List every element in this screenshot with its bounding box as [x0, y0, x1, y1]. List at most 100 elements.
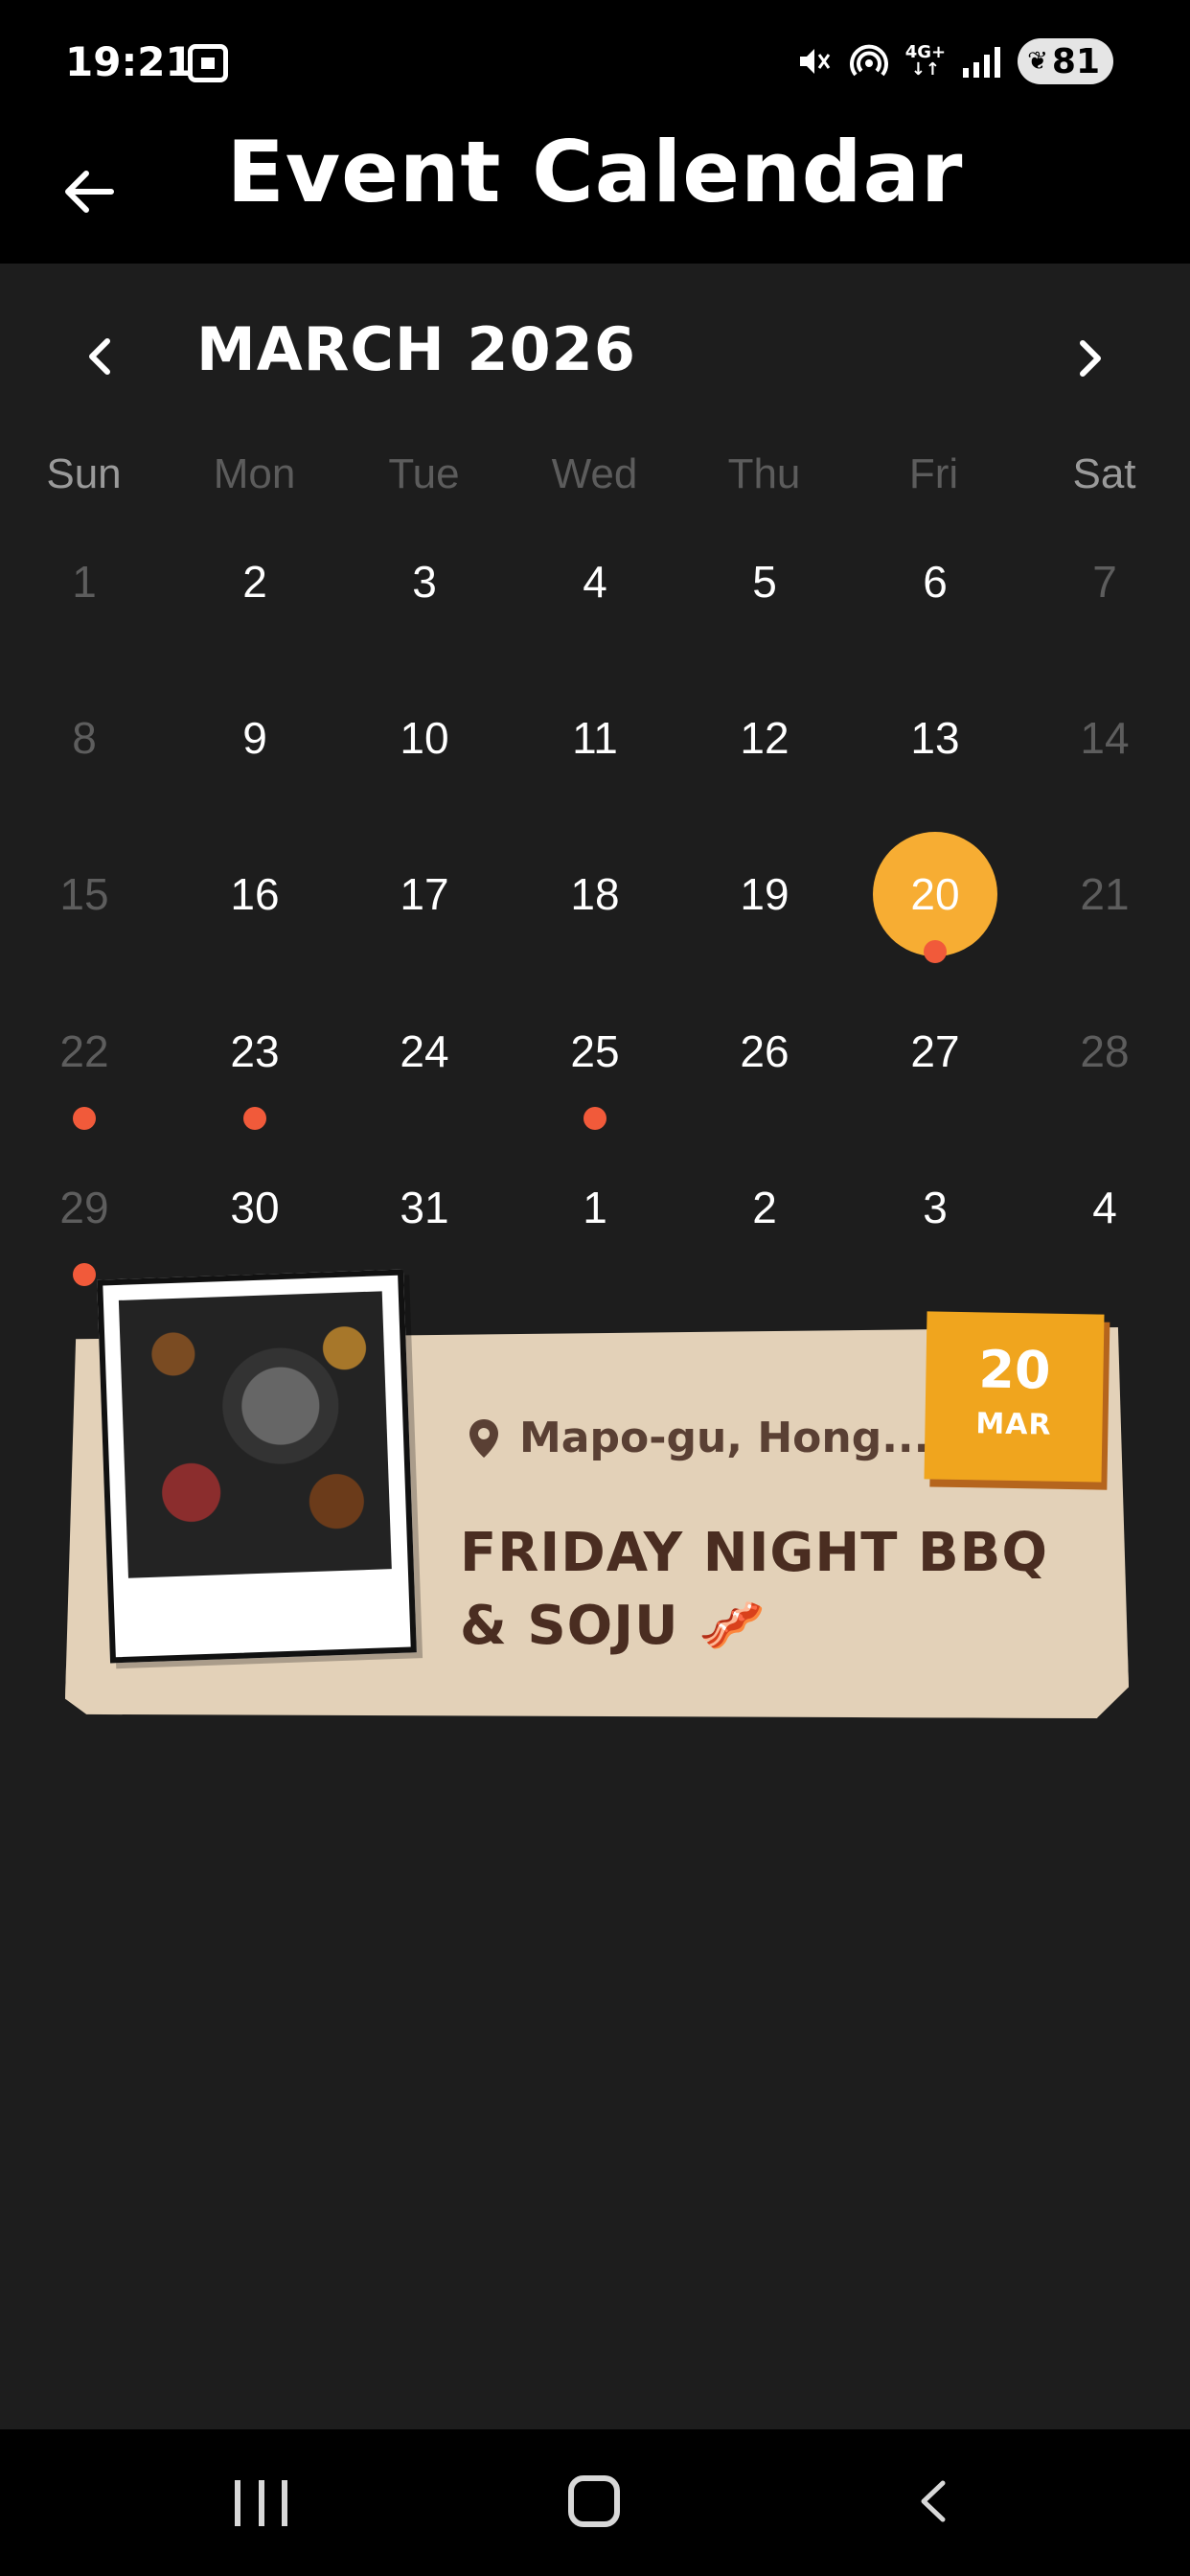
- next-month-button[interactable]: [1067, 335, 1113, 381]
- calendar-day-number: 24: [400, 1026, 449, 1076]
- calendar-day-number: 28: [1080, 1026, 1130, 1076]
- calendar-day[interactable]: 4: [528, 515, 662, 649]
- event-indicator-dot: [243, 1107, 266, 1130]
- calendar-day-number: 19: [740, 869, 790, 919]
- calendar-day[interactable]: 27: [868, 984, 1002, 1118]
- calendar-day-number: 16: [230, 869, 280, 919]
- calendar-day[interactable]: 5: [698, 515, 832, 649]
- calendar-day-number: 15: [59, 869, 109, 919]
- calendar-day[interactable]: 4: [1038, 1140, 1172, 1275]
- data-arrows-icon: ↓↑: [910, 59, 940, 80]
- system-nav-bar: [0, 2429, 1190, 2576]
- calendar-day[interactable]: 24: [357, 984, 492, 1118]
- calendar-day-number: 13: [910, 713, 960, 763]
- calendar-day-number: 1: [72, 557, 97, 607]
- calendar-day-number: 6: [923, 557, 948, 607]
- calendar-day[interactable]: 18: [528, 827, 662, 961]
- signal-icon: [963, 45, 1001, 78]
- location-pin-icon: [469, 1418, 498, 1458]
- calendar-day-number: 20: [910, 869, 960, 919]
- calendar-day[interactable]: 8: [17, 671, 151, 805]
- event-indicator-dot: [584, 1107, 606, 1130]
- weekday-label: Mon: [213, 450, 296, 497]
- calendar-day[interactable]: 15: [17, 827, 151, 961]
- calendar-day-number: 21: [1080, 869, 1130, 919]
- weekday-label: Thu: [727, 450, 801, 497]
- calendar-day[interactable]: 17: [357, 827, 492, 961]
- calendar-day[interactable]: 25: [528, 984, 662, 1130]
- status-time: 19:21: [65, 38, 194, 85]
- calendar-day-number: 4: [1092, 1183, 1117, 1232]
- calendar-day-number: 3: [412, 557, 437, 607]
- calendar-day[interactable]: 2: [698, 1140, 832, 1275]
- calendar-day-number: 25: [570, 1026, 620, 1076]
- calendar-day-number: 26: [740, 1026, 790, 1076]
- event-card[interactable]: Mapo-gu, Hong... FRIDAY NIGHT BBQ & SOJU…: [56, 1269, 1129, 1720]
- screenshot-icon: [188, 44, 228, 82]
- hotspot-icon: [849, 44, 888, 77]
- calendar-day[interactable]: 29: [17, 1140, 151, 1286]
- mute-icon: [799, 49, 830, 74]
- calendar-day-number: 4: [583, 557, 607, 607]
- calendar-day-selected[interactable]: 20: [868, 827, 1002, 963]
- network-type: 4G+ ↓↑: [904, 42, 947, 80]
- calendar-day[interactable]: 1: [17, 515, 151, 649]
- calendar-day-number: 18: [570, 869, 620, 919]
- calendar-day[interactable]: 2: [188, 515, 322, 649]
- calendar-day[interactable]: 28: [1038, 984, 1172, 1118]
- weekday-label: Fri: [908, 450, 959, 497]
- calendar-day-number: 3: [923, 1183, 948, 1232]
- battery-level: 81: [1051, 41, 1100, 81]
- calendar-day[interactable]: 13: [868, 671, 1002, 805]
- calendar-day[interactable]: 30: [188, 1140, 322, 1275]
- calendar-day-number: 5: [752, 557, 777, 607]
- calendar-day[interactable]: 1: [528, 1140, 662, 1275]
- event-date-month: MAR: [975, 1407, 1052, 1442]
- app-header: Event Calendar: [0, 129, 1190, 264]
- status-bar: 19:21 4G+ ↓↑ ❦ 81: [0, 0, 1190, 129]
- calendar-day[interactable]: 22: [17, 984, 151, 1130]
- event-date-tag: 20 MAR: [924, 1311, 1105, 1483]
- calendar-day[interactable]: 12: [698, 671, 832, 805]
- calendar-day-number: 22: [59, 1026, 109, 1076]
- calendar-day[interactable]: 10: [357, 671, 492, 805]
- weekday-label: Sat: [1072, 450, 1136, 497]
- calendar-day[interactable]: 6: [868, 515, 1002, 649]
- calendar-day[interactable]: 9: [188, 671, 322, 805]
- calendar-day-number: 17: [400, 869, 449, 919]
- calendar-day-number: 8: [72, 713, 97, 763]
- calendar-day[interactable]: 3: [357, 515, 492, 649]
- weekday-label: Tue: [388, 450, 460, 497]
- event-photo-frame: [97, 1269, 417, 1664]
- home-icon[interactable]: [568, 2475, 620, 2527]
- page-title: Event Calendar: [226, 123, 964, 221]
- status-icons: 4G+ ↓↑ ❦ 81: [796, 38, 1113, 84]
- calendar-day[interactable]: 21: [1038, 827, 1172, 961]
- calendar-day-number: 10: [400, 713, 449, 763]
- calendar-day-number: 30: [230, 1183, 280, 1232]
- calendar-day[interactable]: 31: [357, 1140, 492, 1275]
- calendar-day-number: 29: [59, 1183, 109, 1232]
- event-title: FRIDAY NIGHT BBQ & SOJU 🥓: [460, 1517, 1092, 1663]
- weekday-header: Sun Mon Tue Wed Thu Fri Sat: [0, 450, 1190, 518]
- calendar-day-number: 9: [242, 713, 267, 763]
- calendar-day[interactable]: 11: [528, 671, 662, 805]
- calendar-day[interactable]: 26: [698, 984, 832, 1118]
- calendar-day-number: 23: [230, 1026, 280, 1076]
- calendar-day-number: 31: [400, 1183, 449, 1232]
- event-indicator-dot: [73, 1263, 96, 1286]
- power-saving-icon: ❦: [1027, 47, 1048, 76]
- calendar-day[interactable]: 19: [698, 827, 832, 961]
- recent-apps-icon[interactable]: [235, 2480, 287, 2526]
- previous-month-button[interactable]: [77, 334, 123, 380]
- calendar-day[interactable]: 3: [868, 1140, 1002, 1275]
- calendar-day-number: 12: [740, 713, 790, 763]
- bacon-emoji: 🥓: [698, 1595, 767, 1657]
- calendar-day-number: 14: [1080, 713, 1130, 763]
- calendar-day[interactable]: 23: [188, 984, 322, 1130]
- event-date-day: 20: [977, 1339, 1052, 1401]
- calendar-day[interactable]: 7: [1038, 515, 1172, 649]
- calendar-day[interactable]: 14: [1038, 671, 1172, 805]
- calendar-day[interactable]: 16: [188, 827, 322, 961]
- back-icon[interactable]: [910, 2477, 958, 2525]
